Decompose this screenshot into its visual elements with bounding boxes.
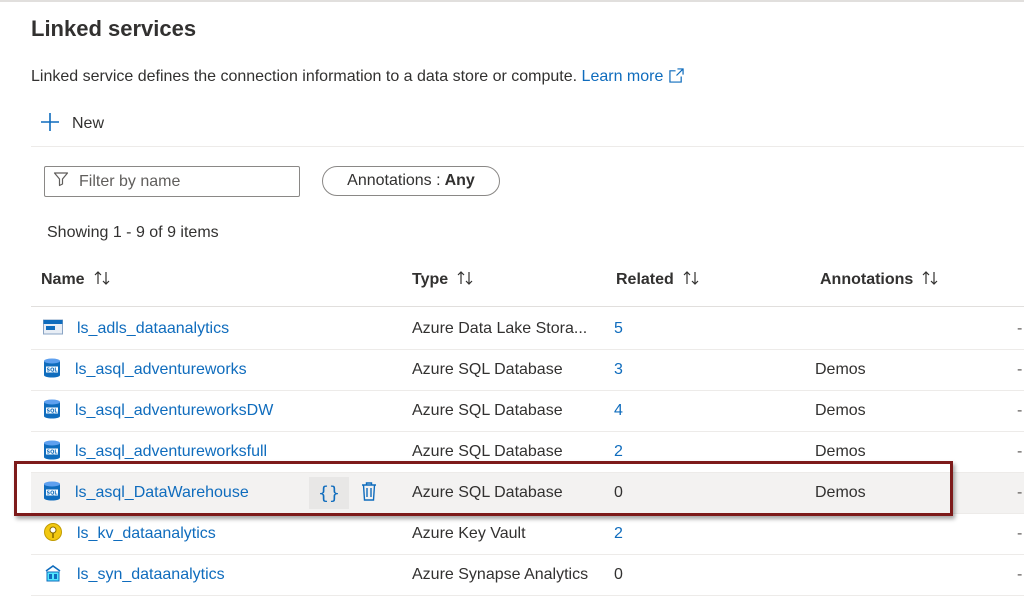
svg-text:SQL: SQL (46, 408, 58, 414)
column-header-related[interactable]: Related (616, 268, 700, 292)
type-cell: Azure Synapse Analytics (412, 566, 589, 583)
linked-service-name-link[interactable]: ls_asql_DataWarehouse (75, 484, 249, 502)
related-count-link[interactable]: 5 (614, 309, 623, 349)
related-count: 0 (614, 566, 623, 583)
delete-button[interactable] (349, 477, 389, 509)
new-button[interactable]: New (40, 112, 104, 136)
trailing-cell: - (1017, 320, 1023, 337)
annotations-filter-value: Any (444, 172, 475, 189)
table-row[interactable]: ls_kv_dataanalytics Azure Key Vault 2 - (31, 514, 1024, 555)
name-cell: ls_adls_dataanalytics (43, 309, 229, 349)
column-header-related-label: Related (616, 271, 674, 288)
name-cell: SQL ls_asql_adventureworksfull (43, 432, 267, 472)
type-cell: Azure SQL Database (412, 484, 563, 501)
column-header-name[interactable]: Name (41, 268, 111, 292)
synapse-analytics-icon (43, 563, 63, 588)
name-cell: SQL ls_asql_DataWarehouse (43, 473, 249, 513)
trailing-cell: - (1017, 361, 1023, 378)
sort-icon (85, 270, 111, 291)
name-cell: SQL ls_asql_adventureworks (43, 350, 247, 390)
external-link-icon (669, 68, 685, 88)
trailing-cell: - (1017, 484, 1023, 501)
annotations-filter-label: Annotations : (347, 172, 441, 189)
related-count-link[interactable]: 3 (614, 350, 623, 390)
name-cell: ls_syn_dataanalytics (43, 555, 225, 595)
linked-service-name-link[interactable]: ls_syn_dataanalytics (77, 566, 225, 584)
related-count: 0 (614, 484, 623, 501)
trailing-cell: - (1017, 402, 1023, 419)
trailing-cell: - (1017, 525, 1023, 542)
name-cell: ls_kv_dataanalytics (43, 514, 216, 554)
sql-database-icon: SQL (43, 481, 61, 506)
table-row[interactable]: SQL ls_asql_adventureworksfull Azure SQL… (31, 432, 1024, 473)
item-count-text: Showing 1 - 9 of 9 items (47, 224, 219, 241)
filter-by-name-input[interactable] (77, 171, 291, 192)
column-header-type-label: Type (412, 271, 449, 288)
learn-more-link[interactable]: Learn more (582, 68, 685, 85)
annotations-cell: Demos (815, 484, 866, 501)
linked-service-name-link[interactable]: ls_kv_dataanalytics (77, 525, 216, 543)
name-cell: SQL ls_asql_adventureworksDW (43, 391, 273, 431)
column-header-type[interactable]: Type (412, 268, 474, 292)
sql-database-icon: SQL (43, 399, 61, 424)
table-row[interactable]: ls_syn_dataanalytics Azure Synapse Analy… (31, 555, 1024, 596)
related-count-link[interactable]: 4 (614, 391, 623, 431)
sql-database-icon: SQL (43, 440, 61, 465)
trailing-cell: - (1017, 566, 1023, 583)
filter-icon (45, 171, 69, 192)
table-row[interactable]: SQL ls_asql_adventureworksDW Azure SQL D… (31, 391, 1024, 432)
code-view-button[interactable]: {} (309, 477, 349, 509)
column-header-annotations[interactable]: Annotations (820, 268, 939, 292)
table-row[interactable]: SQL ls_asql_adventureworks Azure SQL Dat… (31, 350, 1024, 391)
annotations-cell: Demos (815, 361, 866, 378)
annotations-filter-pill[interactable]: Annotations : Any (322, 166, 500, 196)
annotations-cell: Demos (815, 443, 866, 460)
key-vault-icon (43, 522, 63, 547)
table-row[interactable]: ls_adls_dataanalytics Azure Data Lake St… (31, 309, 1024, 350)
top-divider (0, 0, 1024, 2)
linked-service-name-link[interactable]: ls_asql_adventureworksfull (75, 443, 267, 461)
annotations-cell: Demos (815, 402, 866, 419)
svg-text:SQL: SQL (46, 490, 58, 496)
header-divider (31, 306, 1024, 307)
sql-database-icon: SQL (43, 358, 61, 383)
column-header-annotations-label: Annotations (820, 271, 914, 288)
page-title: Linked services (31, 16, 197, 41)
description-text: Linked service defines the connection in… (31, 68, 578, 85)
linked-service-name-link[interactable]: ls_asql_adventureworks (75, 361, 247, 379)
linked-service-name-link[interactable]: ls_asql_adventureworksDW (75, 402, 273, 420)
type-cell: Azure SQL Database (412, 443, 563, 460)
type-cell: Azure SQL Database (412, 402, 563, 419)
toolbar-divider (31, 146, 1024, 147)
type-cell: Azure SQL Database (412, 361, 563, 378)
trailing-cell: - (1017, 443, 1023, 460)
plus-icon (40, 112, 60, 137)
data-lake-storage-icon (43, 319, 63, 340)
page-description: Linked service defines the connection in… (31, 68, 685, 88)
filter-box[interactable] (44, 166, 300, 197)
sort-icon (448, 270, 474, 291)
row-actions: {} (309, 477, 389, 509)
type-cell: Azure Data Lake Stora... (412, 320, 588, 337)
sort-icon (913, 270, 939, 291)
svg-text:SQL: SQL (46, 449, 58, 455)
type-cell: Azure Key Vault (412, 525, 526, 542)
svg-text:SQL: SQL (46, 367, 58, 373)
column-header-name-label: Name (41, 271, 85, 288)
trash-icon (361, 481, 377, 506)
table-row-selected[interactable]: SQL ls_asql_DataWarehouse {} Azure SQL D… (31, 473, 1024, 514)
related-count-link[interactable]: 2 (614, 514, 623, 554)
related-count-link[interactable]: 2 (614, 432, 623, 472)
sort-icon (674, 270, 700, 291)
learn-more-label: Learn more (581, 68, 664, 85)
linked-service-name-link[interactable]: ls_adls_dataanalytics (77, 320, 229, 338)
new-button-label: New (72, 115, 105, 132)
